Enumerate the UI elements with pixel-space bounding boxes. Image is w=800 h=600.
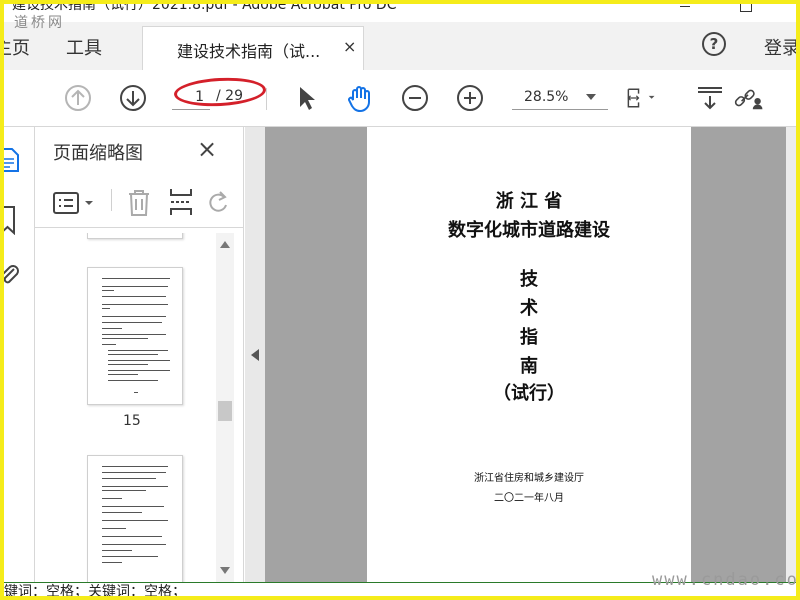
options-menu-icon[interactable]: [53, 192, 99, 214]
watermark-bottom: www.cndao.com: [652, 570, 800, 590]
scrollbar-thumb[interactable]: [218, 401, 232, 421]
window-titlebar: 建设技术指南（试行）2021.8.pdf - Adobe Acrobat Pro…: [4, 0, 796, 22]
tab-close-icon[interactable]: ×: [343, 37, 356, 56]
document-scrollbar[interactable]: [786, 127, 796, 582]
scroll-up-icon[interactable]: [220, 241, 230, 248]
minimize-icon[interactable]: [680, 6, 690, 7]
rotate-page-icon[interactable]: [207, 189, 229, 215]
login-button[interactable]: 登录: [764, 34, 800, 60]
cover-title-line: 南: [520, 356, 538, 377]
panel-separator: [111, 189, 112, 211]
cover-title-line: 指: [520, 327, 538, 348]
tab-document-label: 建设技术指南（试...: [177, 42, 321, 61]
pdf-page: 浙 江 省 数字化城市道路建设 技 术 指 南 （试行） 浙江省住房和城乡建设厅…: [367, 127, 691, 582]
page-thumbnail[interactable]: [87, 267, 183, 405]
navigation-rail: [0, 127, 35, 582]
zoom-level-value: 28.5%: [524, 89, 569, 105]
tab-tools[interactable]: 工具: [66, 34, 102, 60]
cover-title-line: 技: [520, 269, 538, 290]
insert-pages-icon[interactable]: [169, 187, 193, 217]
cover-issuer: 浙江省住房和城乡建设厅: [474, 473, 584, 484]
main-toolbar: 1 / 29 28.5%: [4, 70, 796, 127]
tab-home[interactable]: 主页: [0, 34, 30, 60]
tab-bar: 主页 工具 建设技术指南（试... × ? 登录: [0, 22, 800, 71]
cover-subtitle: （试行）: [493, 383, 565, 404]
panel-collapse-handle[interactable]: [245, 127, 265, 582]
panel-toolbar: [35, 175, 244, 228]
collapse-left-icon: [251, 349, 259, 361]
next-page-icon[interactable]: [117, 82, 149, 114]
fit-page-icon[interactable]: [624, 82, 656, 114]
cover-title-line: 浙 江 省: [495, 191, 563, 212]
bookmark-icon[interactable]: [0, 205, 18, 235]
chevron-down-icon: [586, 94, 596, 100]
cover-date: 二〇二一年八月: [494, 493, 564, 504]
hand-tool-icon[interactable]: [344, 82, 376, 114]
zoom-in-icon[interactable]: [454, 82, 486, 114]
maximize-icon[interactable]: [740, 0, 752, 12]
zoom-out-icon[interactable]: [399, 82, 431, 114]
thumbnail-scrollbar[interactable]: [216, 233, 234, 582]
panel-title: 页面缩略图: [53, 143, 143, 164]
keywords-text: 键词：空格；关键词：空格；: [4, 584, 186, 600]
page-thumbnail[interactable]: [87, 233, 183, 239]
window-title: 建设技术指南（试行）2021.8.pdf - Adobe Acrobat Pro…: [12, 0, 397, 13]
toolbar-separator: [266, 88, 267, 110]
previous-page-icon[interactable]: [62, 82, 94, 114]
thumbnail-list: 15: [35, 233, 215, 582]
document-view[interactable]: 浙 江 省 数字化城市道路建设 技 术 指 南 （试行） 浙江省住房和城乡建设厅…: [265, 127, 796, 582]
cover-title-line: 术: [520, 298, 538, 319]
attachment-icon[interactable]: [0, 261, 20, 287]
watermark-top: 道桥网: [14, 15, 65, 31]
panel-close-icon[interactable]: ×: [197, 135, 217, 163]
help-icon[interactable]: ?: [702, 32, 726, 56]
share-link-icon[interactable]: [732, 82, 764, 114]
cover-title-line: 数字化城市道路建设: [448, 220, 610, 241]
scroll-mode-icon[interactable]: [694, 82, 726, 114]
page-thumbnails-icon[interactable]: [0, 147, 20, 173]
trash-icon[interactable]: [127, 189, 151, 217]
page-thumbnail[interactable]: [87, 455, 183, 582]
thumbnail-label: 15: [123, 413, 141, 429]
zoom-level-select[interactable]: 28.5%: [512, 84, 608, 110]
tab-document[interactable]: 建设技术指南（试... ×: [142, 26, 364, 70]
select-tool-icon[interactable]: [290, 82, 322, 114]
scroll-down-icon[interactable]: [220, 567, 230, 574]
page-thumbnails-panel: 页面缩略图 × 15: [35, 127, 244, 582]
